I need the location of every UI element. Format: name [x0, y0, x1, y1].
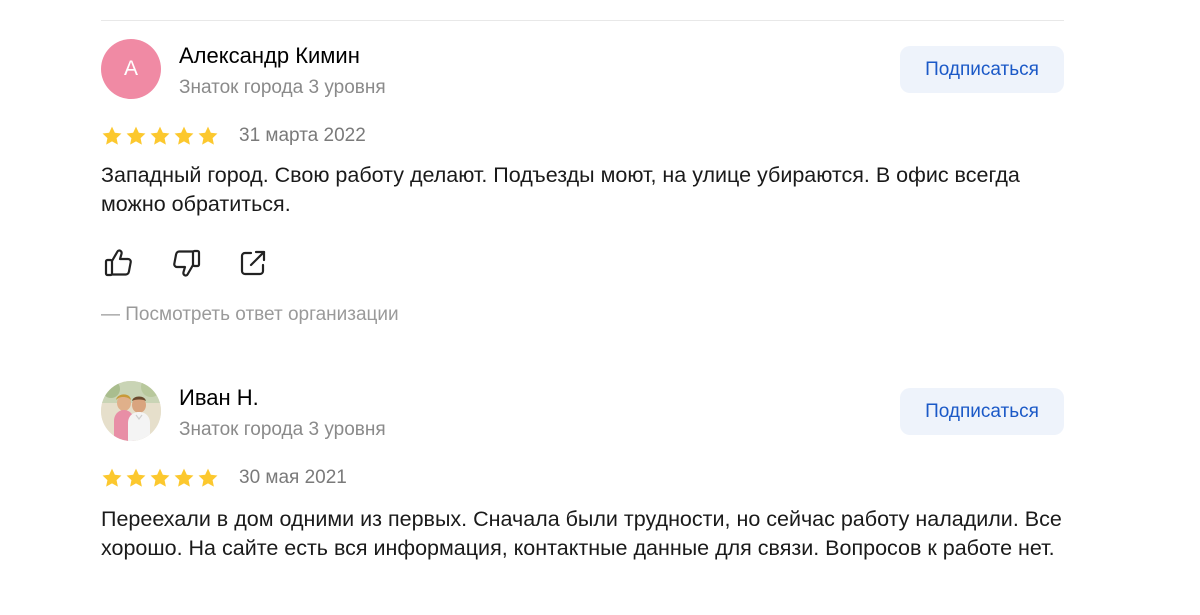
share-button[interactable]	[235, 245, 271, 281]
rating-row: 30 мая 2021	[101, 465, 347, 491]
star-rating	[101, 125, 219, 147]
subscribe-button[interactable]: Подписаться	[900, 388, 1064, 435]
author-level: Знаток города 3 уровня	[179, 419, 386, 440]
reviews-list: А Александр Кимин Знаток города 3 уровня…	[101, 0, 1064, 615]
avatar[interactable]: А	[101, 39, 161, 99]
like-button[interactable]	[101, 245, 137, 281]
star-icon	[174, 468, 194, 487]
rating-row: 31 марта 2022	[101, 123, 366, 149]
review-text: Западный город. Свою работу делают. Подъ…	[101, 163, 1020, 216]
subscribe-button[interactable]: Подписаться	[900, 46, 1064, 93]
author-level: Знаток города 3 уровня	[179, 77, 386, 98]
star-icon	[126, 126, 146, 145]
star-icon	[126, 468, 146, 487]
star-rating	[101, 467, 219, 489]
author-name[interactable]: Александр Кимин	[179, 43, 360, 69]
share-icon	[240, 250, 266, 276]
review-date: 31 марта 2022	[239, 125, 366, 146]
review-date: 30 мая 2021	[239, 467, 347, 488]
dislike-icon	[173, 249, 201, 277]
dislike-button[interactable]	[168, 245, 204, 281]
star-icon	[150, 468, 170, 487]
divider	[101, 20, 1064, 21]
like-icon	[104, 249, 132, 277]
review-text: Переехали в дом одними из первых. Сначал…	[101, 507, 1062, 560]
user-photo	[101, 381, 161, 441]
author-name[interactable]: Иван Н.	[179, 385, 259, 411]
org-reply-link[interactable]: — Посмотреть ответ организации	[101, 304, 399, 326]
star-icon	[174, 126, 194, 145]
review-actions	[101, 245, 302, 281]
star-icon	[198, 468, 218, 487]
star-icon	[102, 126, 122, 145]
star-icon	[150, 126, 170, 145]
avatar[interactable]	[101, 381, 161, 441]
star-icon	[102, 468, 122, 487]
star-icon	[198, 126, 218, 145]
